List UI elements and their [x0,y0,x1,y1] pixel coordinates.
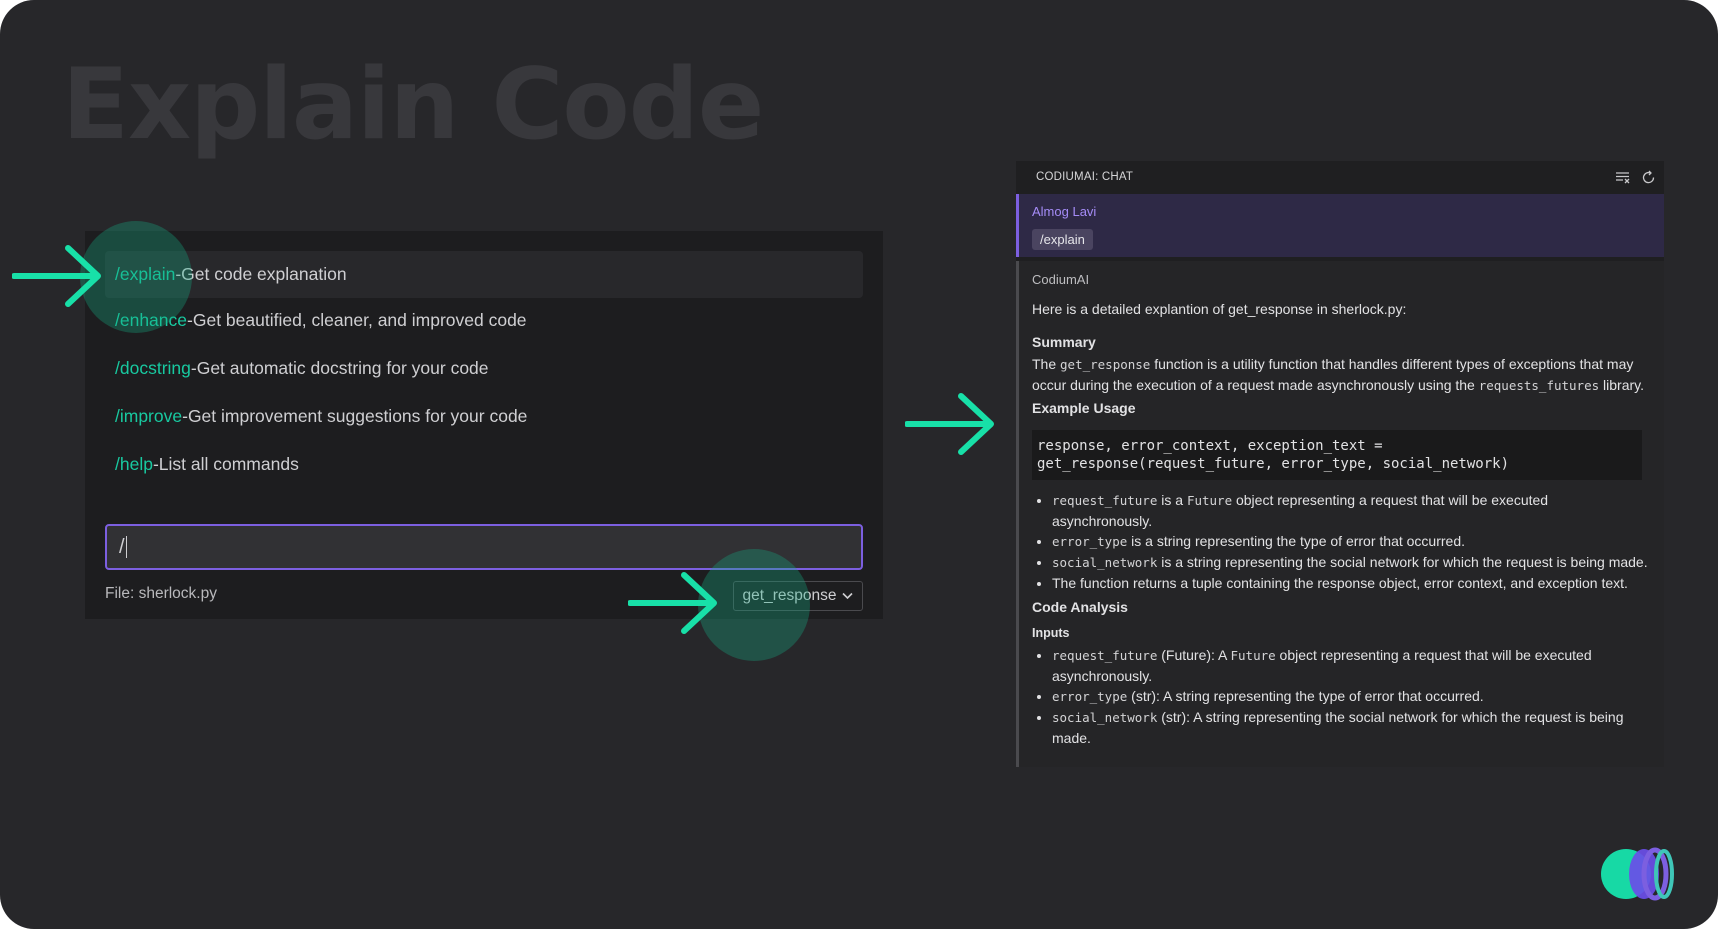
user-command-chip: /explain [1032,229,1093,250]
clear-chat-icon[interactable] [1615,170,1631,184]
command-desc: Get code explanation [181,264,347,284]
list-item: social_network (str): A string represent… [1052,707,1652,748]
ai-intro: Here is a detailed explantion of get_res… [1032,301,1407,317]
inputs-list: request_future (Future): A Future object… [1032,645,1652,748]
command-item-enhance[interactable]: /enhance - Get beautified, cleaner, and … [105,297,863,344]
command-item-explain[interactable]: /explain - Get code explanation [105,251,863,298]
list-item: error_type is a string representing the … [1052,531,1652,552]
command-desc: Get improvement suggestions for your cod… [187,406,528,426]
command-item-docstring[interactable]: /docstring - Get automatic docstring for… [105,345,863,392]
code-block: response, error_context, exception_text … [1032,430,1642,480]
chat-panel: CODIUMAI: CHAT Almog Lavi /explain Codiu… [1016,161,1664,767]
inputs-heading: Inputs [1032,626,1070,640]
command-desc: List all commands [158,454,299,474]
codiumai-logo [1601,847,1674,901]
arrow-right-icon [905,393,994,455]
chat-header: CODIUMAI: CHAT [1016,161,1664,193]
command-name: /improve [115,406,183,426]
summary-heading: Summary [1032,334,1096,350]
list-item: error_type (str): A string representing … [1052,686,1652,707]
list-item: social_network is a string representing … [1052,552,1652,573]
summary-text: The get_response function is a utility f… [1032,356,1644,393]
command-desc: Get automatic docstring for your code [196,358,489,378]
list-item: request_future is a Future object repres… [1052,490,1652,531]
file-label: File: sherlock.py [105,585,217,602]
page-title: Explain Code [62,48,764,162]
arrow-right-icon [628,572,717,634]
chat-title: CODIUMAI: CHAT [1036,171,1134,183]
example-heading: Example Usage [1032,400,1136,416]
chevron-down-icon [842,592,854,600]
user-message: Almog Lavi /explain [1016,194,1664,257]
list-item: The function returns a tuple containing … [1052,573,1652,593]
text-cursor [125,536,127,558]
refresh-icon[interactable] [1641,170,1656,185]
command-item-improve[interactable]: /improve - Get improvement suggestions f… [105,393,863,440]
chat-header-actions [1615,170,1656,185]
command-input-value: / [119,535,125,558]
command-name: /docstring [115,358,191,378]
user-name: Almog Lavi [1032,204,1097,219]
command-desc: Get beautified, cleaner, and improved co… [192,310,527,330]
command-item-help[interactable]: /help - List all commands [105,441,863,488]
ai-name: CodiumAI [1032,272,1090,287]
command-name: /help [115,454,153,474]
ai-message: CodiumAI Here is a detailed explantion o… [1016,261,1664,767]
arrow-right-icon [12,245,101,307]
example-bullets: request_future is a Future object repres… [1032,490,1652,593]
slide: Explain Code /explain - Get code explana… [0,0,1718,929]
list-item: request_future (Future): A Future object… [1052,645,1652,686]
analysis-heading: Code Analysis [1032,599,1128,615]
